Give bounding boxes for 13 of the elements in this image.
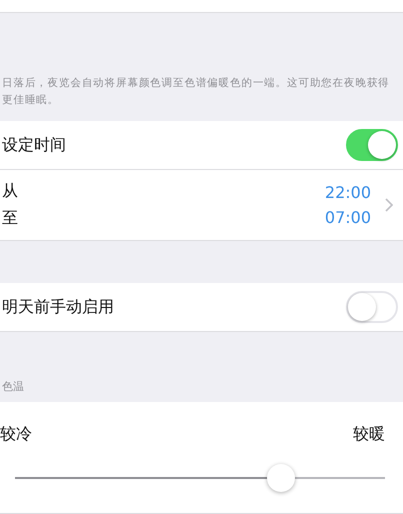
slider-thumb[interactable] [267, 464, 296, 492]
slider-label: 较暖 [353, 424, 385, 445]
row-label: 从 [2, 181, 18, 202]
section-header: 色温 [2, 380, 24, 393]
time-value[interactable]: 22:00 [324, 183, 371, 202]
slider-label: 较冷 [0, 424, 32, 445]
row-label: 设定时间 [2, 134, 66, 156]
time-value[interactable]: 07:00 [324, 208, 371, 227]
row-label: 明天前手动启用 [2, 296, 114, 318]
footer-text: 日落后，夜览会自动将屏幕颜色调至色谱偏暖色的一端。这可助您在夜晚获得更佳睡眠。 [2, 76, 391, 108]
chevron-icon [385, 198, 393, 212]
row-label: 至 [2, 208, 18, 229]
toggle-switch[interactable] [346, 129, 398, 161]
